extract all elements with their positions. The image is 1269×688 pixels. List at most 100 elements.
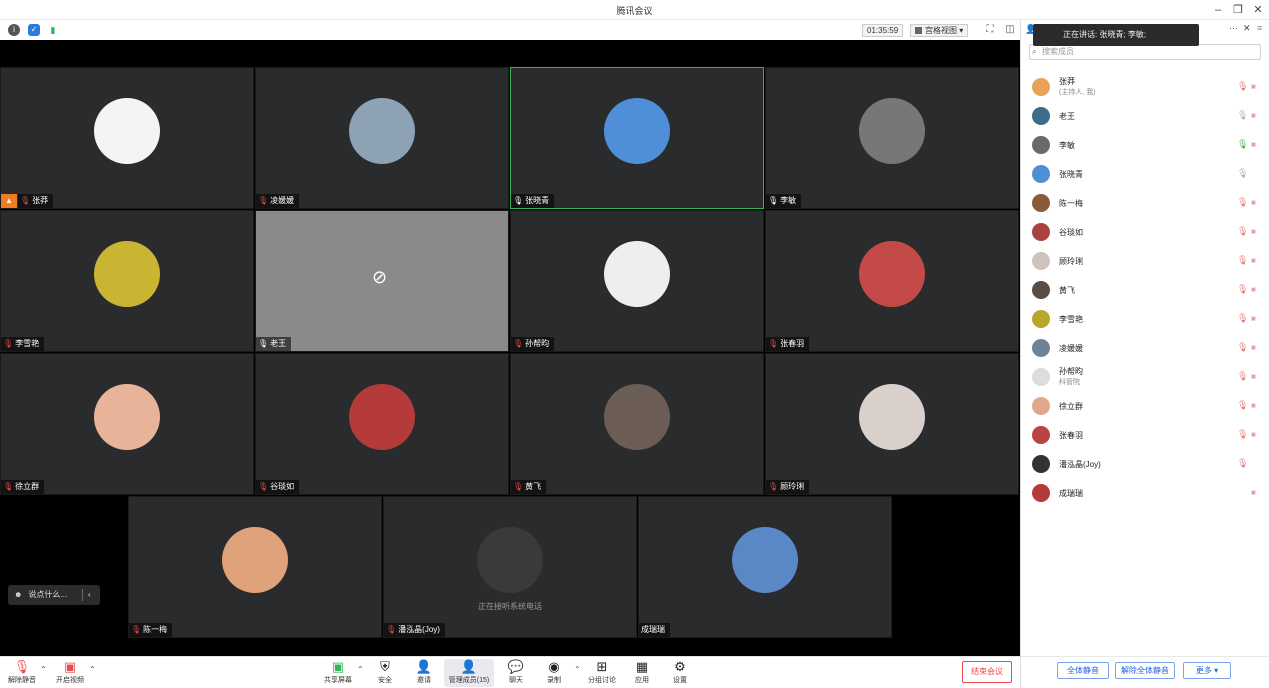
mic-muted-icon[interactable]: 🎙 xyxy=(1237,197,1248,208)
member-row[interactable]: 黄飞 🎙 ■ xyxy=(1021,276,1269,304)
emoji-icon[interactable]: ☻ xyxy=(14,590,22,599)
video-tile[interactable]: 🎙 张莽 ▲ xyxy=(0,67,254,209)
camera-off-icon[interactable]: ■ xyxy=(1251,111,1256,120)
shield-icon[interactable]: ✓ xyxy=(28,24,40,36)
panel-close-icon[interactable]: ✕ xyxy=(1243,23,1251,34)
mic-muted-icon[interactable]: 🎙 xyxy=(1237,400,1248,411)
end-meeting-button[interactable]: 结束会议 xyxy=(962,661,1012,683)
member-row[interactable]: 凌媛媛 🎙 ■ xyxy=(1021,334,1269,362)
tile-name: 张晓青 xyxy=(525,196,550,205)
record-options-caret[interactable]: ⌃ xyxy=(574,665,581,674)
settings-button[interactable]: ⚙ 设置 xyxy=(660,659,700,687)
more-button[interactable]: 更多 ▾ xyxy=(1183,662,1231,679)
video-tile[interactable]: 成瑞瑞 xyxy=(638,496,892,638)
member-row[interactable]: 成瑞瑞 ■ xyxy=(1021,479,1269,507)
video-tile[interactable]: 🎙 孙帮昀 xyxy=(510,210,764,352)
member-row[interactable]: 张晓青 🎙 xyxy=(1021,160,1269,188)
mic-muted-icon[interactable]: 🎙 xyxy=(1237,429,1248,440)
unmute-button[interactable]: 🎙 解除静音 xyxy=(2,659,42,687)
camera-off-icon[interactable]: ■ xyxy=(1251,227,1256,236)
avatar xyxy=(859,241,925,307)
panel-menu-icon[interactable]: ≡ xyxy=(1257,23,1262,33)
close-icon[interactable]: ✕ xyxy=(1250,2,1266,18)
mic-muted-icon[interactable]: 🎙 xyxy=(1237,371,1248,382)
collapse-chevron-icon[interactable]: ‹ xyxy=(88,585,91,605)
mic-muted-icon[interactable]: 🎙 xyxy=(1237,81,1248,92)
start-video-button[interactable]: ▣ 开启视频 xyxy=(50,659,90,687)
tile-name-label: 🎙 徐立群 xyxy=(1,480,45,494)
member-search-input[interactable]: ⌕ 搜索成员 xyxy=(1029,44,1261,60)
share-options-caret[interactable]: ⌃ xyxy=(357,665,364,674)
mic-icon[interactable]: 🎙 xyxy=(1237,139,1248,150)
invite-button[interactable]: 👤 邀请 xyxy=(404,659,444,687)
fullscreen-icon[interactable]: ⛶ xyxy=(984,24,996,36)
video-tile[interactable]: 🎙 徐立群 xyxy=(0,353,254,495)
breakout-icon: ⊞ xyxy=(596,659,608,674)
view-mode-button[interactable]: 宫格视图 ▾ xyxy=(910,24,969,37)
mic-muted-icon[interactable]: 🎙 xyxy=(1237,342,1248,353)
mic-icon[interactable]: 🎙 xyxy=(1237,110,1248,121)
restore-icon[interactable]: ❐ xyxy=(1230,2,1246,18)
member-row[interactable]: 孙帮昀 科管院 🎙 ■ xyxy=(1021,363,1269,391)
member-row[interactable]: 李雪艳 🎙 ■ xyxy=(1021,305,1269,333)
member-row[interactable]: 顾玲琍 🎙 ■ xyxy=(1021,247,1269,275)
video-tile[interactable]: 🎙 凌媛媛 xyxy=(255,67,509,209)
share-screen-button[interactable]: ▣ 共享屏幕 xyxy=(318,659,358,687)
audio-options-caret[interactable]: ⌃ xyxy=(40,665,47,674)
camera-off-icon[interactable]: ■ xyxy=(1251,372,1256,381)
member-row[interactable]: 潘泓晶(Joy) 🎙 xyxy=(1021,450,1269,478)
mic-muted-icon[interactable]: 🎙 xyxy=(1237,458,1248,469)
camera-off-icon[interactable]: ■ xyxy=(1251,430,1256,439)
member-row[interactable]: 老王 🎙 ■ xyxy=(1021,102,1269,130)
avatar xyxy=(732,527,798,593)
more-dots-icon[interactable]: ··· xyxy=(1229,23,1238,33)
camera-off-icon[interactable]: ■ xyxy=(1251,343,1256,352)
camera-off-icon[interactable]: ■ xyxy=(1251,82,1256,91)
video-tile[interactable]: 🎙 李雪艳 xyxy=(0,210,254,352)
video-tile[interactable]: 🎙 谷琰如 xyxy=(255,353,509,495)
mic-muted-icon[interactable]: 🎙 xyxy=(1237,255,1248,266)
camera-off-icon[interactable]: ■ xyxy=(1251,488,1256,497)
tile-name-label: 🎙 黄飞 xyxy=(511,480,547,494)
info-icon[interactable]: i xyxy=(8,24,20,36)
minimize-icon[interactable]: – xyxy=(1210,2,1226,18)
member-row[interactable]: 张莽 (主持人, 我) 🎙 ■ xyxy=(1021,73,1269,101)
video-tile[interactable]: 🎙 陈一梅 xyxy=(128,496,382,638)
tile-name-label: 🎙 谷琰如 xyxy=(256,480,300,494)
security-button[interactable]: ⛨ 安全 xyxy=(365,659,405,687)
mic-muted-icon[interactable]: 🎙 xyxy=(1237,226,1248,237)
camera-off-icon[interactable]: ■ xyxy=(1251,401,1256,410)
member-row[interactable]: 陈一梅 🎙 ■ xyxy=(1021,189,1269,217)
camera-off-icon[interactable]: ■ xyxy=(1251,198,1256,207)
panel-toggle-icon[interactable]: ◫ xyxy=(1004,24,1016,36)
unmute-all-button[interactable]: 解除全体静音 xyxy=(1115,662,1175,679)
apps-button[interactable]: ▦ 应用 xyxy=(622,659,662,687)
member-row[interactable]: 徐立群 🎙 ■ xyxy=(1021,392,1269,420)
mute-all-button[interactable]: 全体静音 xyxy=(1057,662,1109,679)
manage-members-button[interactable]: 👤 管理成员(15) xyxy=(444,659,494,687)
mic-icon[interactable]: 🎙 xyxy=(1237,168,1248,179)
video-tile[interactable]: 🎙 张晓青 xyxy=(510,67,764,209)
member-row[interactable]: 谷琰如 🎙 ■ xyxy=(1021,218,1269,246)
record-button[interactable]: ◉ 录制 xyxy=(534,659,574,687)
video-options-caret[interactable]: ⌃ xyxy=(89,665,96,674)
chat-button[interactable]: 💬 聊天 xyxy=(496,659,536,687)
member-row[interactable]: 张春羽 🎙 ■ xyxy=(1021,421,1269,449)
camera-off-icon[interactable]: ■ xyxy=(1251,256,1256,265)
signal-icon[interactable]: ▮ xyxy=(47,24,59,36)
breakout-button[interactable]: ⊞ 分组讨论 xyxy=(582,659,622,687)
video-tile[interactable]: 🎙 黄飞 xyxy=(510,353,764,495)
video-tile[interactable]: 正在接听系统电话 🎙 潘泓晶(Joy) xyxy=(383,496,637,638)
video-tile[interactable]: ⊘ 🎙 老王 xyxy=(255,210,509,352)
tile-name-label: 🎙 张春羽 xyxy=(766,337,810,351)
video-tile[interactable]: 🎙 张春羽 xyxy=(765,210,1019,352)
camera-off-icon[interactable]: ■ xyxy=(1251,285,1256,294)
video-tile[interactable]: 🎙 顾玲琍 xyxy=(765,353,1019,495)
member-row[interactable]: 李敏 🎙 ■ xyxy=(1021,131,1269,159)
quick-chat-input[interactable]: ☻ 说点什么... ‹ xyxy=(8,585,100,605)
video-tile[interactable]: 🎙 李敏 xyxy=(765,67,1019,209)
camera-off-icon[interactable]: ■ xyxy=(1251,314,1256,323)
mic-muted-icon[interactable]: 🎙 xyxy=(1237,313,1248,324)
camera-off-icon[interactable]: ■ xyxy=(1251,140,1256,149)
mic-muted-icon[interactable]: 🎙 xyxy=(1237,284,1248,295)
